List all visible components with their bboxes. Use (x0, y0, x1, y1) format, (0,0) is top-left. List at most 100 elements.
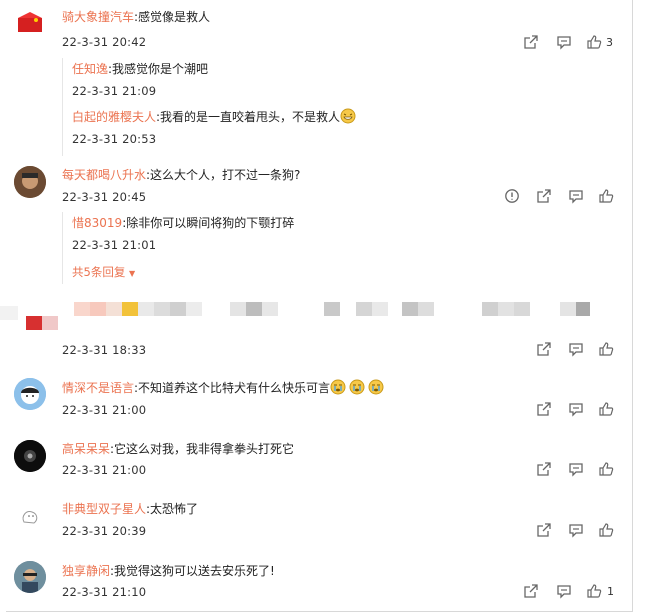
like-icon[interactable] (598, 188, 614, 204)
comment-icon[interactable] (568, 522, 584, 538)
share-icon[interactable] (536, 188, 552, 204)
username-link[interactable]: 独享静闲 (62, 564, 110, 578)
comment-text: :我觉得这狗可以送去安乐死了! (110, 564, 275, 578)
comment-line: 非典型双子星人:太恐怖了 (62, 501, 198, 517)
crying-emoji-icon (330, 379, 346, 395)
mosaic-block (106, 302, 122, 316)
comment-time: 22-3-31 20:42 (62, 35, 147, 49)
more-replies-link[interactable]: 共5条回复 ▼ (72, 264, 135, 280)
mosaic-block (138, 302, 154, 316)
reply-text: :除非你可以瞬间将狗的下颚打碎 (122, 216, 295, 230)
comment-icon[interactable] (568, 401, 584, 417)
username-link[interactable]: 惜83019 (72, 216, 122, 230)
mosaic-block (0, 306, 18, 320)
comment-text: :不知道养这个比特犬有什么快乐可言 (134, 381, 331, 395)
comment-icon[interactable] (568, 461, 584, 477)
mosaic-block (262, 302, 278, 316)
reply-line: 白起的雅樱夫人:我看的是一直咬着甩头，不是救人 (72, 109, 340, 125)
avatar[interactable] (14, 166, 46, 198)
mosaic-block (356, 302, 372, 316)
share-icon[interactable] (523, 34, 539, 50)
mosaic-block (324, 302, 340, 316)
comment-text: :感觉像是救人 (134, 10, 211, 24)
mosaic-block (576, 302, 590, 316)
comment-line: 情深不是语言:不知道养这个比特犬有什么快乐可言 (62, 380, 330, 396)
mosaic-block (372, 302, 388, 316)
comment-text: :这么大个人，打不过一条狗? (146, 168, 301, 182)
mosaic-block (246, 302, 262, 316)
like-icon[interactable] (598, 341, 614, 357)
mosaic-block (122, 302, 138, 316)
report-icon[interactable] (504, 188, 520, 204)
comment-time: 22-3-31 21:00 (62, 463, 147, 477)
username-link[interactable]: 情深不是语言 (62, 381, 134, 395)
laughing-emoji-icon (340, 108, 356, 124)
mosaic-block (26, 316, 42, 330)
avatar[interactable] (14, 378, 46, 410)
mosaic-block (514, 302, 530, 316)
mosaic-block (498, 302, 514, 316)
mosaic-block (560, 302, 576, 316)
username-link[interactable]: 骑大象撞汽车 (62, 10, 134, 24)
reply-time: 22-3-31 21:09 (72, 84, 157, 98)
comment-icon[interactable] (568, 188, 584, 204)
reply-thread (62, 58, 64, 156)
comment-line: 骑大象撞汽车:感觉像是救人 (62, 9, 210, 25)
crying-emoji-icon (368, 379, 384, 395)
share-icon[interactable] (536, 401, 552, 417)
comment-time: 22-3-31 21:00 (62, 403, 147, 417)
mosaic-block (186, 302, 202, 316)
crying-emoji-icon (349, 379, 365, 395)
like-icon[interactable] (586, 583, 602, 599)
reply-text: :我看的是一直咬着甩头，不是救人 (156, 110, 341, 124)
comment-time: 22-3-31 20:45 (62, 190, 147, 204)
more-replies-label: 共5条回复 (72, 265, 126, 279)
mosaic-block (402, 302, 418, 316)
share-icon[interactable] (523, 583, 539, 599)
mosaic-block (482, 302, 498, 316)
reply-line: 惜83019:除非你可以瞬间将狗的下颚打碎 (72, 215, 294, 231)
reply-time: 22-3-31 20:53 (72, 132, 157, 146)
share-icon[interactable] (536, 461, 552, 477)
comment-line: 独享静闲:我觉得这狗可以送去安乐死了! (62, 563, 275, 579)
comment-time: 22-3-31 20:39 (62, 524, 147, 538)
mosaic-block (42, 316, 58, 330)
mosaic-block (74, 302, 90, 316)
comment-icon[interactable] (556, 34, 572, 50)
reply-text: :我感觉你是个潮吧 (108, 62, 209, 76)
comment-icon[interactable] (556, 583, 572, 599)
comment-line: 每天都喝八升水:这么大个人，打不过一条狗? (62, 167, 300, 183)
username-link[interactable]: 高呆呆呆 (62, 442, 110, 456)
mosaic-block (90, 302, 106, 316)
like-icon[interactable] (598, 461, 614, 477)
like-icon[interactable] (586, 34, 602, 50)
mosaic-block (418, 302, 434, 316)
reply-thread (62, 212, 64, 284)
avatar[interactable] (14, 500, 46, 532)
username-link[interactable]: 白起的雅樱夫人 (72, 110, 156, 124)
like-icon[interactable] (598, 522, 614, 538)
avatar[interactable] (14, 561, 46, 593)
pixelated-comment (0, 298, 645, 336)
username-link[interactable]: 每天都喝八升水 (62, 168, 146, 182)
like-count: 1 (607, 585, 614, 598)
reply-time: 22-3-31 21:01 (72, 238, 157, 252)
avatar[interactable] (14, 440, 46, 472)
comment-text: :它这么对我，我非得拿拳头打死它 (110, 442, 295, 456)
comment-icon[interactable] (568, 341, 584, 357)
share-icon[interactable] (536, 522, 552, 538)
username-link[interactable]: 任知逸 (72, 62, 108, 76)
comment-time: 22-3-31 21:10 (62, 585, 147, 599)
reply-line: 任知逸:我感觉你是个潮吧 (72, 61, 208, 77)
mosaic-block (230, 302, 246, 316)
avatar[interactable] (14, 8, 46, 40)
comment-time: 22-3-31 18:33 (62, 343, 147, 357)
comment-text: :太恐怖了 (146, 502, 199, 516)
caret-down-icon: ▼ (128, 269, 136, 278)
like-count: 3 (606, 36, 613, 49)
mosaic-block (170, 302, 186, 316)
like-icon[interactable] (598, 401, 614, 417)
username-link[interactable]: 非典型双子星人 (62, 502, 146, 516)
comment-line: 高呆呆呆:它这么对我，我非得拿拳头打死它 (62, 441, 294, 457)
share-icon[interactable] (536, 341, 552, 357)
